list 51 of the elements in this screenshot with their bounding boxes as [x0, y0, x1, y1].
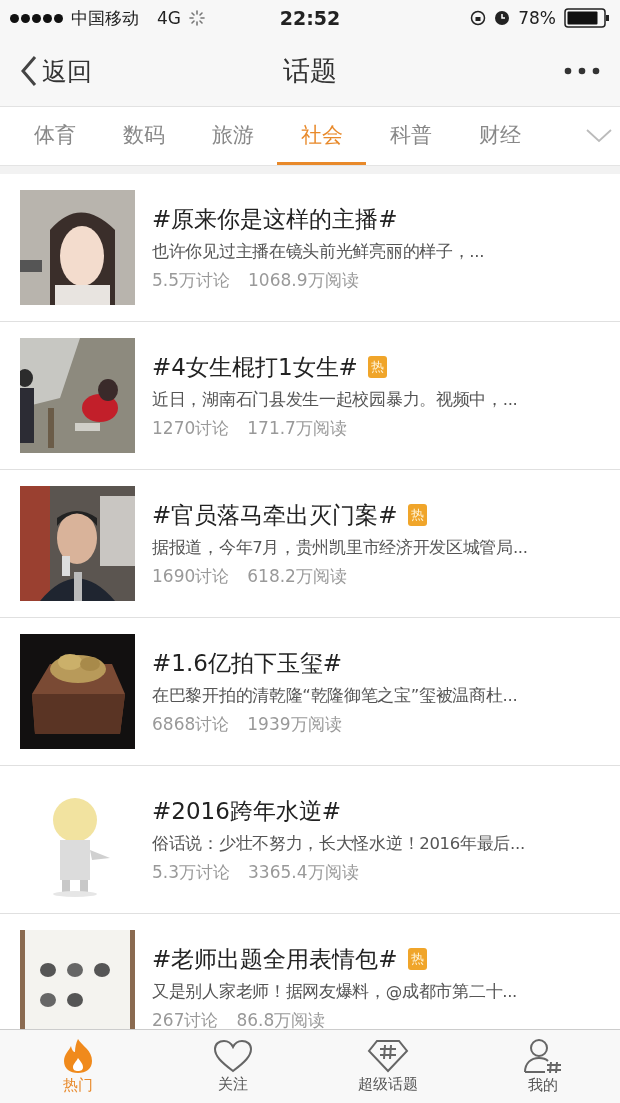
category-tab[interactable]: 科普 — [366, 107, 455, 165]
hot-badge: 热 — [407, 504, 427, 526]
topic-title[interactable]: #原来你是这样的主播# — [152, 203, 398, 235]
topic-summary: 据报道，今年7月，贵州凯里市经济开发区城管局... — [152, 536, 528, 559]
page-title: 话题 — [283, 54, 337, 88]
bottom-tab[interactable]: 我的 — [465, 1030, 620, 1103]
topic-summary: 近日，湖南石门县发生一起校园暴力。视频中，... — [152, 388, 518, 411]
alarm-icon — [494, 10, 511, 26]
bottom-tab[interactable]: 关注 — [155, 1030, 310, 1103]
topic-title[interactable]: #老师出题全用表情包# — [152, 943, 398, 975]
profile-hashtag-icon — [522, 1038, 563, 1074]
network-type: 4G — [157, 8, 181, 28]
topic-title[interactable]: #4女生棍打1女生# — [152, 351, 358, 383]
discussion-count: 1690讨论 — [152, 564, 230, 588]
more-icon[interactable] — [564, 67, 600, 75]
read-count: 86.8万阅读 — [236, 1008, 326, 1029]
topic-summary: 俗话说：少壮不努力，长大怪水逆！2016年最后... — [152, 832, 525, 855]
read-count: 171.7万阅读 — [247, 416, 347, 440]
discussion-count: 267讨论 — [152, 1008, 219, 1029]
signal-icon — [10, 13, 63, 23]
read-count: 618.2万阅读 — [247, 564, 347, 588]
discussion-count: 1270讨论 — [152, 416, 230, 440]
bottom-tab[interactable]: 超级话题 — [310, 1030, 465, 1103]
discussion-count: 6868讨论 — [152, 712, 230, 736]
topic-summary: 又是别人家老师！据网友爆料，@成都市第二十... — [152, 980, 518, 1003]
discussion-count: 5.3万讨论 — [152, 860, 231, 884]
flame-icon — [61, 1038, 94, 1074]
category-tab[interactable]: 财经 — [455, 107, 544, 165]
hashtag-diamond-icon — [366, 1039, 409, 1073]
topic-summary: 也许你见过主播在镜头前光鲜亮丽的样子，... — [152, 240, 485, 263]
carrier-name: 中国移动 — [71, 6, 139, 30]
back-button[interactable]: 返回 — [20, 54, 92, 88]
read-count: 3365.4万阅读 — [248, 860, 359, 884]
clock-time: 22:52 — [279, 7, 341, 29]
category-tab[interactable]: 旅游 — [188, 107, 277, 165]
discussion-count: 5.5万讨论 — [152, 268, 231, 292]
category-tab[interactable]: 数码 — [99, 107, 188, 165]
loading-icon — [189, 10, 205, 26]
read-count: 1068.9万阅读 — [248, 268, 359, 292]
topic-title[interactable]: #官员落马牵出灭门案# — [152, 499, 398, 531]
heart-icon — [212, 1039, 253, 1073]
topic-summary: 在巴黎开拍的清乾隆“乾隆御笔之宝”玺被温商杜... — [152, 684, 518, 707]
topic-title[interactable]: #2016跨年水逆# — [152, 795, 342, 827]
hot-badge: 热 — [407, 948, 427, 970]
hot-badge: 热 — [367, 356, 387, 378]
read-count: 1939万阅读 — [247, 712, 342, 736]
topic-title[interactable]: #1.6亿拍下玉玺# — [152, 647, 343, 679]
back-chevron-icon — [20, 55, 38, 87]
battery-percent: 78% — [518, 8, 556, 28]
category-tab[interactable]: 体育 — [10, 107, 99, 165]
battery-icon — [564, 8, 610, 28]
